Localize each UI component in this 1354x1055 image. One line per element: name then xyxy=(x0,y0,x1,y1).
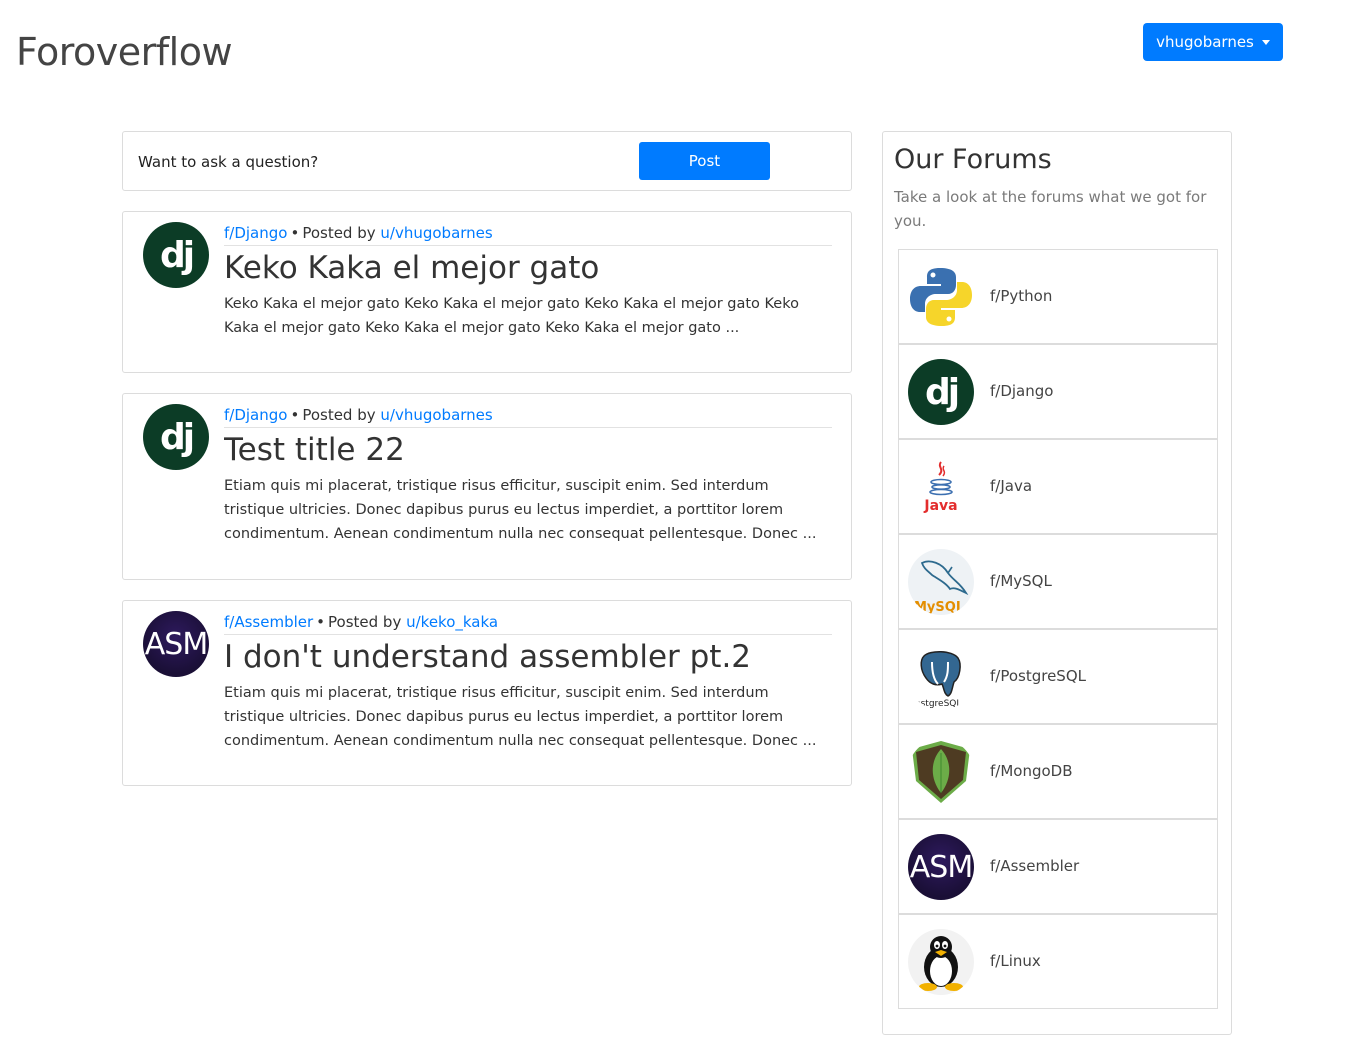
post-button[interactable]: Post xyxy=(639,142,770,180)
user-menu-button[interactable]: vhugobarnes xyxy=(1143,23,1283,61)
mongodb-icon xyxy=(908,739,974,805)
post-forum-link[interactable]: f/Django xyxy=(224,406,287,424)
post-author-link[interactable]: u/keko_kaka xyxy=(406,613,498,631)
django-icon: dj xyxy=(143,222,209,288)
forum-item-label: f/Assembler xyxy=(990,857,1080,875)
postgresql-icon-text: PostgreSQL xyxy=(910,699,961,709)
django-icon: dj xyxy=(143,404,209,470)
forum-item-label: f/Linux xyxy=(990,952,1041,970)
post-card[interactable]: dj f/Django • Posted by u/vhugobarnes Keko… xyxy=(122,211,852,373)
posted-by-label: Posted by xyxy=(328,613,402,631)
django-icon-text: dj xyxy=(159,416,195,458)
app-brand[interactable]: Foroverflow xyxy=(16,30,233,74)
separator-dot: • xyxy=(290,224,300,242)
java-icon: Java xyxy=(908,454,974,520)
post-excerpt: Etiam quis mi placerat, tristique risus … xyxy=(224,478,817,542)
post-forum-link[interactable]: f/Assembler xyxy=(224,613,313,631)
separator-dot: • xyxy=(316,613,326,631)
user-menu-label: vhugobarnes xyxy=(1156,33,1254,51)
post-meta: f/Django • Posted by u/vhugobarnes xyxy=(224,406,832,428)
django-icon-text: dj xyxy=(924,371,960,413)
forum-item-mongodb[interactable]: f/MongoDB xyxy=(898,724,1218,819)
posted-by-label: Posted by xyxy=(302,224,376,242)
post-forum-link[interactable]: f/Django xyxy=(224,224,287,242)
ask-prompt: Want to ask a question? xyxy=(138,153,319,171)
forum-item-python[interactable]: f/Python xyxy=(898,249,1218,344)
post-card[interactable]: dj f/Django • Posted by u/vhugobarnes Test… xyxy=(122,393,852,580)
assembler-icon-text: ASM xyxy=(909,849,973,885)
forum-item-label: f/Java xyxy=(990,477,1033,495)
mysql-icon-text: MySQL xyxy=(914,600,964,615)
java-icon-text: Java xyxy=(923,498,957,514)
caret-down-icon xyxy=(1261,39,1270,45)
post-title[interactable]: Keko Kaka el mejor gato xyxy=(224,250,832,286)
separator-dot: • xyxy=(290,406,300,424)
forum-item-postgresql[interactable]: PostgreSQL f/PostgreSQL xyxy=(898,629,1218,724)
assembler-icon: ASM xyxy=(143,611,209,677)
mysql-icon: MySQL xyxy=(908,549,974,615)
forum-item-linux[interactable]: f/Linux xyxy=(898,914,1218,1009)
forum-item-mysql[interactable]: MySQL f/MySQL xyxy=(898,534,1218,629)
postgresql-icon: PostgreSQL xyxy=(908,644,974,710)
forum-item-label: f/MongoDB xyxy=(990,762,1073,780)
forum-item-label: f/Python xyxy=(990,287,1053,305)
forum-item-label: f/PostgreSQL xyxy=(990,667,1086,685)
post-title[interactable]: Test title 22 xyxy=(224,432,832,468)
forum-item-label: f/MySQL xyxy=(990,572,1052,590)
linux-icon xyxy=(908,929,974,995)
forums-sidebar: Our Forums Take a look at the forums wha… xyxy=(882,131,1232,1035)
post-meta: f/Django • Posted by u/vhugobarnes xyxy=(224,224,832,246)
django-icon: dj xyxy=(908,359,974,425)
forum-item-assembler[interactable]: ASM f/Assembler xyxy=(898,819,1218,914)
post-meta: f/Assembler • Posted by u/keko_kaka xyxy=(224,613,832,635)
post-excerpt: Etiam quis mi placerat, tristique risus … xyxy=(224,685,817,749)
assembler-icon-text: ASM xyxy=(144,626,208,662)
django-icon-text: dj xyxy=(159,234,195,276)
forums-subtitle: Take a look at the forums what we got fo… xyxy=(894,188,1207,230)
forum-item-label: f/Django xyxy=(990,382,1054,400)
python-icon xyxy=(908,264,974,330)
post-author-link[interactable]: u/vhugobarnes xyxy=(380,224,492,242)
post-card[interactable]: ASM f/Assembler • Posted by u/keko_kaka I … xyxy=(122,600,852,786)
forum-item-java[interactable]: Java f/Java xyxy=(898,439,1218,534)
assembler-icon: ASM xyxy=(908,834,974,900)
forum-item-django[interactable]: dj f/Django xyxy=(898,344,1218,439)
forums-title: Our Forums xyxy=(894,144,1052,175)
post-author-link[interactable]: u/vhugobarnes xyxy=(380,406,492,424)
posted-by-label: Posted by xyxy=(302,406,376,424)
ask-question-card: Want to ask a question? Post xyxy=(122,131,852,191)
post-excerpt: Keko Kaka el mejor gato Keko Kaka el mej… xyxy=(224,296,799,336)
post-title[interactable]: I don't understand assembler pt.2 xyxy=(224,639,832,675)
